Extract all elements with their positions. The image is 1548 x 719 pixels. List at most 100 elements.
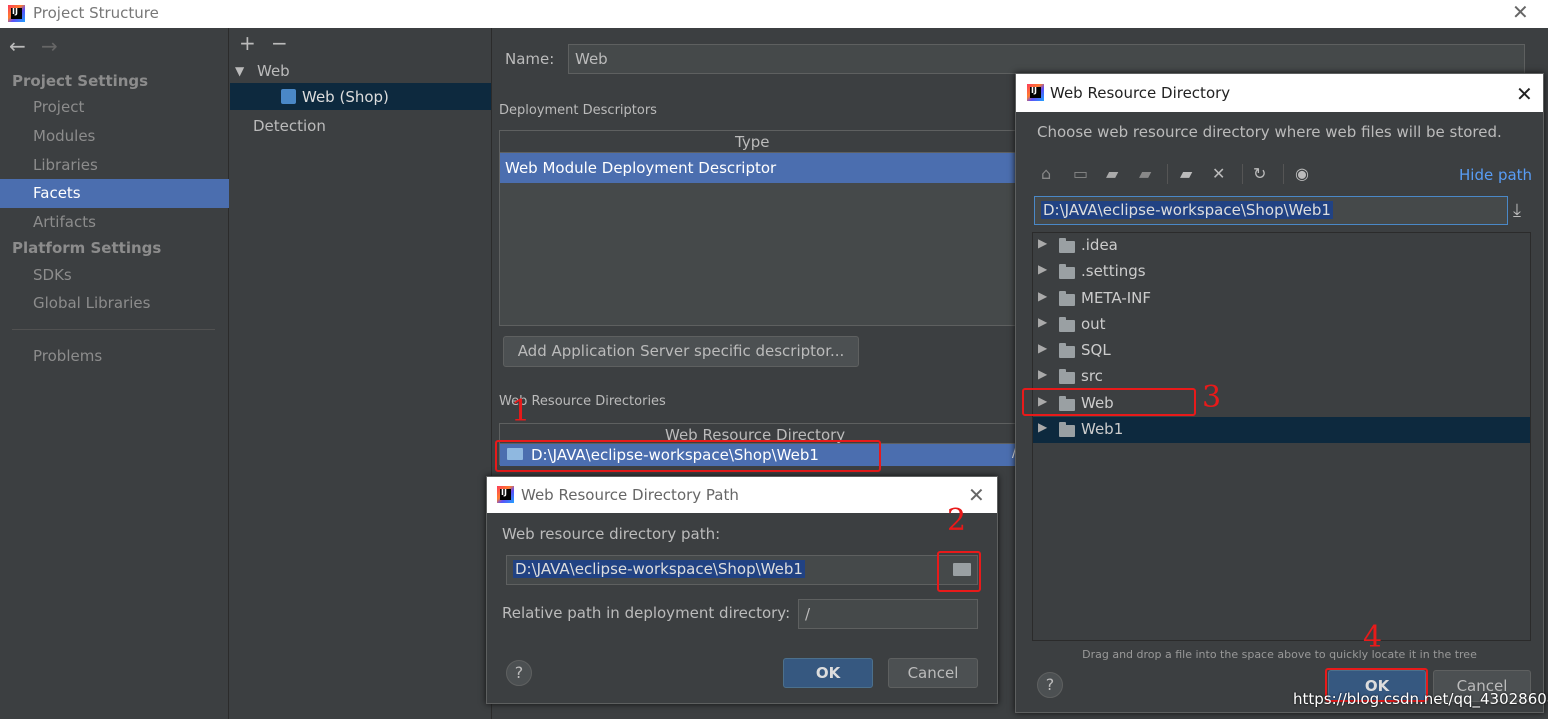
sidebar-item-artifacts[interactable]: Artifacts: [33, 213, 96, 231]
refresh-icon[interactable]: ↻: [1253, 164, 1266, 183]
expand-arrow-icon[interactable]: ▶: [1038, 289, 1047, 303]
project-settings-header: Project Settings: [12, 72, 149, 90]
module-folder-icon[interactable]: ▰: [1139, 164, 1151, 183]
toolbar-separator: [1283, 164, 1284, 184]
relative-path-input[interactable]: /: [798, 599, 978, 629]
tree-node-web[interactable]: Web: [257, 62, 290, 80]
expand-arrow-icon[interactable]: ▶: [1038, 420, 1047, 434]
deployment-descriptors-title: Deployment Descriptors: [499, 103, 657, 118]
download-icon[interactable]: ⤓: [1513, 200, 1521, 221]
folder-name: META-INF: [1081, 289, 1152, 307]
watermark-text: https://blog.csdn.net/qq_43028608: [1293, 690, 1548, 708]
back-arrow-icon[interactable]: ←: [9, 34, 26, 58]
sidebar-item-sdks[interactable]: SDKs: [33, 266, 72, 284]
folder-row-src[interactable]: ▶ src: [1033, 364, 1530, 390]
folder-icon: [1059, 369, 1075, 384]
expand-arrow-icon[interactable]: ▶: [1038, 236, 1047, 250]
path-dialog-close-icon[interactable]: ✕: [968, 483, 985, 507]
type-column-header[interactable]: Type: [735, 133, 769, 151]
path-label: Web resource directory path:: [502, 525, 721, 543]
folder-row-web1[interactable]: ▶ Web1: [1033, 417, 1530, 443]
dir-dialog-description: Choose web resource directory where web …: [1037, 123, 1502, 141]
add-facet-button[interactable]: +: [239, 31, 256, 55]
settings-sidebar: ← → Project Settings Project Modules Lib…: [0, 28, 229, 719]
folder-row-meta-inf[interactable]: ▶ META-INF: [1033, 286, 1530, 312]
remove-facet-button[interactable]: −: [271, 31, 288, 55]
add-server-descriptor-button[interactable]: Add Application Server specific descript…: [503, 336, 859, 367]
folder-name: out: [1081, 315, 1106, 333]
toolbar-separator: [1167, 164, 1168, 184]
sidebar-item-global-libraries[interactable]: Global Libraries: [33, 294, 150, 312]
expand-arrow-icon[interactable]: ▶: [1038, 367, 1047, 381]
folder-row-out[interactable]: ▶ out: [1033, 312, 1530, 338]
dir-path-value: D:\JAVA\eclipse-workspace\Shop\Web1: [1041, 201, 1333, 219]
annotation-box-1: [495, 440, 881, 472]
tree-node-detection[interactable]: Detection: [253, 117, 326, 135]
name-input[interactable]: Web: [568, 44, 1525, 74]
sidebar-divider: [12, 329, 215, 330]
show-hidden-icon[interactable]: ◉: [1295, 164, 1309, 183]
expand-arrow-icon[interactable]: ▶: [1038, 315, 1047, 329]
sidebar-item-project[interactable]: Project: [33, 98, 84, 116]
folder-name: SQL: [1081, 341, 1111, 359]
path-dialog-titlebar: IJ Web Resource Directory Path ✕: [487, 477, 997, 513]
relative-path-label: Relative path in deployment directory:: [502, 604, 791, 622]
descriptor-row-label: Web Module Deployment Descriptor: [505, 159, 777, 177]
sidebar-item-problems[interactable]: Problems: [33, 347, 102, 365]
folder-row-settings[interactable]: ▶ .settings: [1033, 259, 1530, 285]
table-row[interactable]: Web Module Deployment Descriptor: [500, 153, 1020, 183]
platform-settings-header: Platform Settings: [12, 239, 162, 257]
home-icon[interactable]: ⌂: [1041, 164, 1051, 183]
path-input-value: D:\JAVA\eclipse-workspace\Shop\Web1: [513, 560, 805, 578]
delete-icon[interactable]: ✕: [1212, 164, 1225, 183]
sidebar-item-modules[interactable]: Modules: [33, 127, 95, 145]
annotation-number-1: 1: [511, 394, 531, 429]
folder-icon: [1059, 264, 1075, 279]
path-input[interactable]: D:\JAVA\eclipse-workspace\Shop\Web1: [506, 555, 978, 585]
path-dialog-cancel-button[interactable]: Cancel: [888, 658, 978, 688]
path-dialog-ok-button[interactable]: OK: [783, 658, 873, 688]
path-dialog-title: Web Resource Directory Path: [521, 486, 739, 504]
dir-path-input[interactable]: D:\JAVA\eclipse-workspace\Shop\Web1: [1034, 196, 1508, 225]
hide-path-link[interactable]: Hide path: [1459, 166, 1532, 184]
folder-name: src: [1081, 367, 1103, 385]
annotation-box-3: [1022, 388, 1196, 416]
annotation-number-4: 4: [1363, 620, 1383, 655]
intellij-logo-icon: IJ: [497, 486, 514, 503]
toolbar-separator: [1242, 164, 1243, 184]
dir-dialog-titlebar: IJ Web Resource Directory ✕: [1016, 74, 1543, 112]
folder-icon: [1059, 291, 1075, 306]
folder-name: .settings: [1081, 262, 1146, 280]
forward-arrow-icon[interactable]: →: [41, 34, 58, 58]
intellij-logo-icon: IJ: [8, 5, 25, 22]
tree-node-web-shop-label: Web (Shop): [302, 88, 389, 106]
expand-arrow-icon[interactable]: ▼: [235, 64, 244, 78]
window-close-icon[interactable]: ✕: [1512, 0, 1529, 24]
descriptors-table-header: Type: [500, 131, 1020, 153]
folder-icon: [1059, 422, 1075, 437]
dir-dialog-help-button[interactable]: ?: [1037, 672, 1063, 698]
dir-dialog-close-icon[interactable]: ✕: [1516, 82, 1533, 106]
desktop-icon[interactable]: ▭: [1073, 164, 1088, 183]
path-dialog: IJ Web Resource Directory Path ✕ Web res…: [486, 476, 998, 704]
web-facet-icon: [281, 89, 296, 104]
sidebar-item-libraries[interactable]: Libraries: [33, 156, 98, 174]
new-folder-icon[interactable]: ▰: [1180, 164, 1192, 183]
folder-icon: [1059, 238, 1075, 253]
expand-arrow-icon[interactable]: ▶: [1038, 262, 1047, 276]
project-folder-icon[interactable]: ▰: [1106, 164, 1118, 183]
sidebar-item-facets[interactable]: Facets: [0, 179, 229, 208]
folder-icon: [1059, 317, 1075, 332]
drag-drop-hint: Drag and drop a file into the space abov…: [1082, 648, 1477, 661]
window-title: Project Structure: [33, 4, 159, 22]
tree-node-web-shop[interactable]: Web (Shop): [230, 83, 491, 110]
annotation-number-2: 2: [947, 503, 967, 538]
descriptors-table: Type Web Module Deployment Descriptor: [499, 130, 1020, 326]
dir-dialog-title: Web Resource Directory: [1050, 84, 1231, 102]
window-titlebar: IJ Project Structure ✕: [0, 0, 1548, 28]
folder-row-idea[interactable]: ▶ .idea: [1033, 233, 1530, 259]
folder-row-sql[interactable]: ▶ SQL: [1033, 338, 1530, 364]
annotation-box-2: [937, 551, 981, 592]
path-dialog-help-button[interactable]: ?: [506, 660, 532, 686]
expand-arrow-icon[interactable]: ▶: [1038, 341, 1047, 355]
